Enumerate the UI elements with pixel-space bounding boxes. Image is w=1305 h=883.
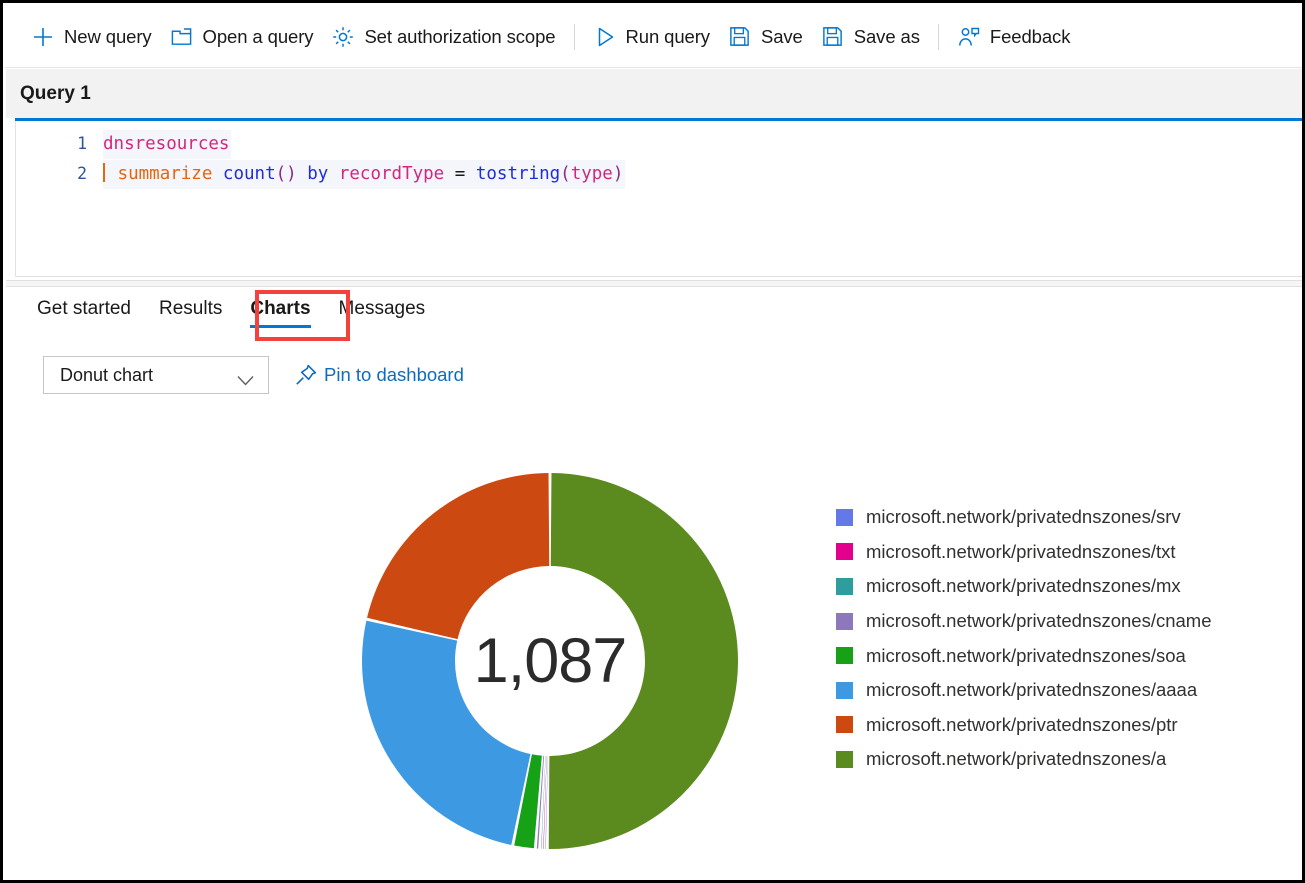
- save-as-button[interactable]: Save as: [812, 17, 929, 57]
- text-caret: [103, 163, 105, 182]
- token-table-name: dnsresources: [103, 134, 229, 154]
- legend-item[interactable]: microsoft.network/privatednszones/aaaa: [836, 673, 1211, 708]
- chart-type-select[interactable]: Donut chart: [43, 356, 269, 394]
- save-label: Save: [761, 26, 803, 48]
- legend-label: microsoft.network/privatednszones/soa: [866, 645, 1186, 667]
- bottom-strip: [6, 865, 1305, 877]
- save-as-label: Save as: [854, 26, 920, 48]
- run-query-label: Run query: [626, 26, 710, 48]
- donut-slice[interactable]: [367, 473, 549, 639]
- line-number: 2: [15, 159, 103, 188]
- folder-open-icon: [170, 25, 194, 49]
- gear-icon: [331, 25, 355, 49]
- plus-icon: [31, 25, 55, 49]
- token-count-parens: (): [276, 164, 297, 184]
- legend-label: microsoft.network/privatednszones/mx: [866, 575, 1181, 597]
- legend-item[interactable]: microsoft.network/privatednszones/a: [836, 742, 1211, 777]
- legend-label: microsoft.network/privatednszones/ptr: [866, 714, 1178, 736]
- donut-slice[interactable]: [545, 756, 547, 849]
- open-query-label: Open a query: [203, 26, 314, 48]
- token-type: type: [571, 164, 613, 184]
- legend-label: microsoft.network/privatednszones/txt: [866, 541, 1176, 563]
- token-recordtype: recordType: [339, 164, 444, 184]
- pin-icon: [294, 363, 318, 387]
- legend-label: microsoft.network/privatednszones/a: [866, 748, 1166, 770]
- token-equals: =: [455, 164, 466, 184]
- toolbar-divider-2: [938, 24, 939, 50]
- run-query-button[interactable]: Run query: [584, 17, 719, 57]
- legend-item[interactable]: microsoft.network/privatednszones/cname: [836, 604, 1211, 639]
- legend-color-swatch: [836, 613, 853, 630]
- query-tab-header: Query 1: [6, 69, 1305, 118]
- results-tab-bar: Get started Results Charts Messages: [23, 292, 439, 332]
- tab-charts-label: Charts: [250, 298, 310, 319]
- pin-to-dashboard-button[interactable]: Pin to dashboard: [294, 363, 464, 387]
- legend-color-swatch: [836, 682, 853, 699]
- line-number: 1: [15, 129, 103, 158]
- legend-color-swatch: [836, 647, 853, 664]
- donut-slice[interactable]: [362, 621, 530, 845]
- code-line-2: 2 summarize count() by recordType = tost…: [15, 159, 625, 189]
- tab-get-started[interactable]: Get started: [23, 292, 145, 332]
- legend-item[interactable]: microsoft.network/privatednszones/mx: [836, 569, 1211, 604]
- feedback-label: Feedback: [990, 26, 1070, 48]
- legend-color-swatch: [836, 578, 853, 595]
- feedback-button[interactable]: Feedback: [948, 17, 1079, 57]
- query-explorer-window: New query Open a query: [0, 0, 1305, 883]
- donut-chart-svg[interactable]: [360, 471, 740, 851]
- set-authorization-scope-button[interactable]: Set authorization scope: [322, 17, 564, 57]
- code-line-1-content: dnsresources: [103, 130, 231, 159]
- token-summarize: summarize: [118, 164, 213, 184]
- chart-controls: Donut chart Pin to dashboard: [43, 356, 464, 394]
- tab-results[interactable]: Results: [145, 292, 236, 332]
- legend-color-swatch: [836, 716, 853, 733]
- new-query-button[interactable]: New query: [22, 17, 161, 57]
- legend-item[interactable]: microsoft.network/privatednszones/soa: [836, 638, 1211, 673]
- code-area: 1 dnsresources 2 summarize count() by re…: [15, 129, 625, 189]
- legend-color-swatch: [836, 509, 853, 526]
- new-query-label: New query: [64, 26, 152, 48]
- tab-get-started-label: Get started: [37, 298, 131, 319]
- query-title: Query 1: [20, 83, 91, 105]
- legend-item[interactable]: microsoft.network/privatednszones/srv: [836, 500, 1211, 535]
- legend-label: microsoft.network/privatednszones/aaaa: [866, 679, 1197, 701]
- pin-to-dashboard-label: Pin to dashboard: [324, 364, 464, 386]
- token-paren-open: (: [560, 164, 571, 184]
- donut-slice-group: [362, 473, 738, 849]
- legend-label: microsoft.network/privatednszones/cname: [866, 610, 1211, 632]
- save-as-icon: [821, 25, 845, 49]
- token-count: count: [223, 164, 276, 184]
- legend-item[interactable]: microsoft.network/privatednszones/ptr: [836, 708, 1211, 743]
- legend-item[interactable]: microsoft.network/privatednszones/txt: [836, 535, 1211, 570]
- play-icon: [593, 25, 617, 49]
- token-by: by: [307, 164, 328, 184]
- code-line-2-content: summarize count() by recordType = tostri…: [103, 160, 625, 189]
- set-authorization-scope-label: Set authorization scope: [364, 26, 555, 48]
- token-tostring: tostring: [476, 164, 560, 184]
- code-line-1: 1 dnsresources: [15, 129, 625, 159]
- chart-type-value: Donut chart: [60, 365, 153, 386]
- tab-messages[interactable]: Messages: [325, 292, 440, 332]
- legend-label: microsoft.network/privatednszones/srv: [866, 506, 1181, 528]
- toolbar-divider-1: [574, 24, 575, 50]
- person-feedback-icon: [957, 25, 981, 49]
- legend-color-swatch: [836, 543, 853, 560]
- save-icon: [728, 25, 752, 49]
- donut-slice[interactable]: [549, 473, 738, 849]
- chart-legend: microsoft.network/privatednszones/srv mic…: [836, 500, 1211, 777]
- editor-results-splitter[interactable]: [6, 280, 1305, 287]
- open-query-button[interactable]: Open a query: [161, 17, 323, 57]
- chevron-down-icon: [237, 370, 254, 381]
- save-button[interactable]: Save: [719, 17, 812, 57]
- query-editor[interactable]: 1 dnsresources 2 summarize count() by re…: [15, 118, 1305, 277]
- token-paren-close: ): [613, 164, 624, 184]
- tab-messages-label: Messages: [339, 298, 426, 319]
- command-toolbar: New query Open a query: [6, 6, 1305, 68]
- tab-results-label: Results: [159, 298, 222, 319]
- legend-color-swatch: [836, 751, 853, 768]
- tab-charts[interactable]: Charts: [236, 292, 324, 332]
